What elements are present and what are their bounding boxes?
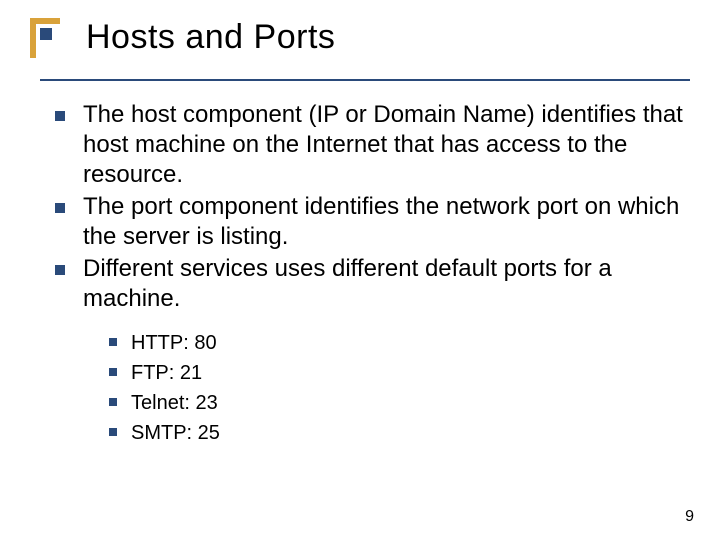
bullet-square-icon: [109, 368, 117, 376]
sub-bullet-item: FTP: 21: [109, 360, 690, 386]
bullet-text: Different services uses different defaul…: [83, 254, 690, 314]
corner-accent-square: [40, 28, 52, 40]
bullet-item: The port component identifies the networ…: [55, 192, 690, 252]
page-number: 9: [685, 508, 694, 526]
bullet-square-icon: [109, 338, 117, 346]
content-area: The host component (IP or Domain Name) i…: [55, 100, 690, 450]
bullet-square-icon: [109, 428, 117, 436]
bullet-square-icon: [55, 265, 65, 275]
bullet-square-icon: [55, 111, 65, 121]
sub-bullet-text: HTTP: 80: [131, 330, 217, 356]
bullet-item: Different services uses different defaul…: [55, 254, 690, 314]
sub-bullet-item: SMTP: 25: [109, 420, 690, 446]
sub-bullet-text: SMTP: 25: [131, 420, 220, 446]
sub-bullet-item: HTTP: 80: [109, 330, 690, 356]
bullet-text: The host component (IP or Domain Name) i…: [83, 100, 690, 190]
sub-bullet-list: HTTP: 80 FTP: 21 Telnet: 23 SMTP: 25: [109, 330, 690, 446]
slide-title: Hosts and Ports: [86, 18, 690, 57]
title-area: Hosts and Ports: [86, 18, 690, 57]
corner-decoration: [30, 18, 60, 58]
sub-bullet-text: Telnet: 23: [131, 390, 218, 416]
bullet-square-icon: [109, 398, 117, 406]
corner-accent-vertical: [30, 18, 36, 58]
bullet-text: The port component identifies the networ…: [83, 192, 690, 252]
sub-bullet-item: Telnet: 23: [109, 390, 690, 416]
bullet-square-icon: [55, 203, 65, 213]
sub-bullet-text: FTP: 21: [131, 360, 202, 386]
title-underline: [40, 79, 690, 81]
bullet-item: The host component (IP or Domain Name) i…: [55, 100, 690, 190]
